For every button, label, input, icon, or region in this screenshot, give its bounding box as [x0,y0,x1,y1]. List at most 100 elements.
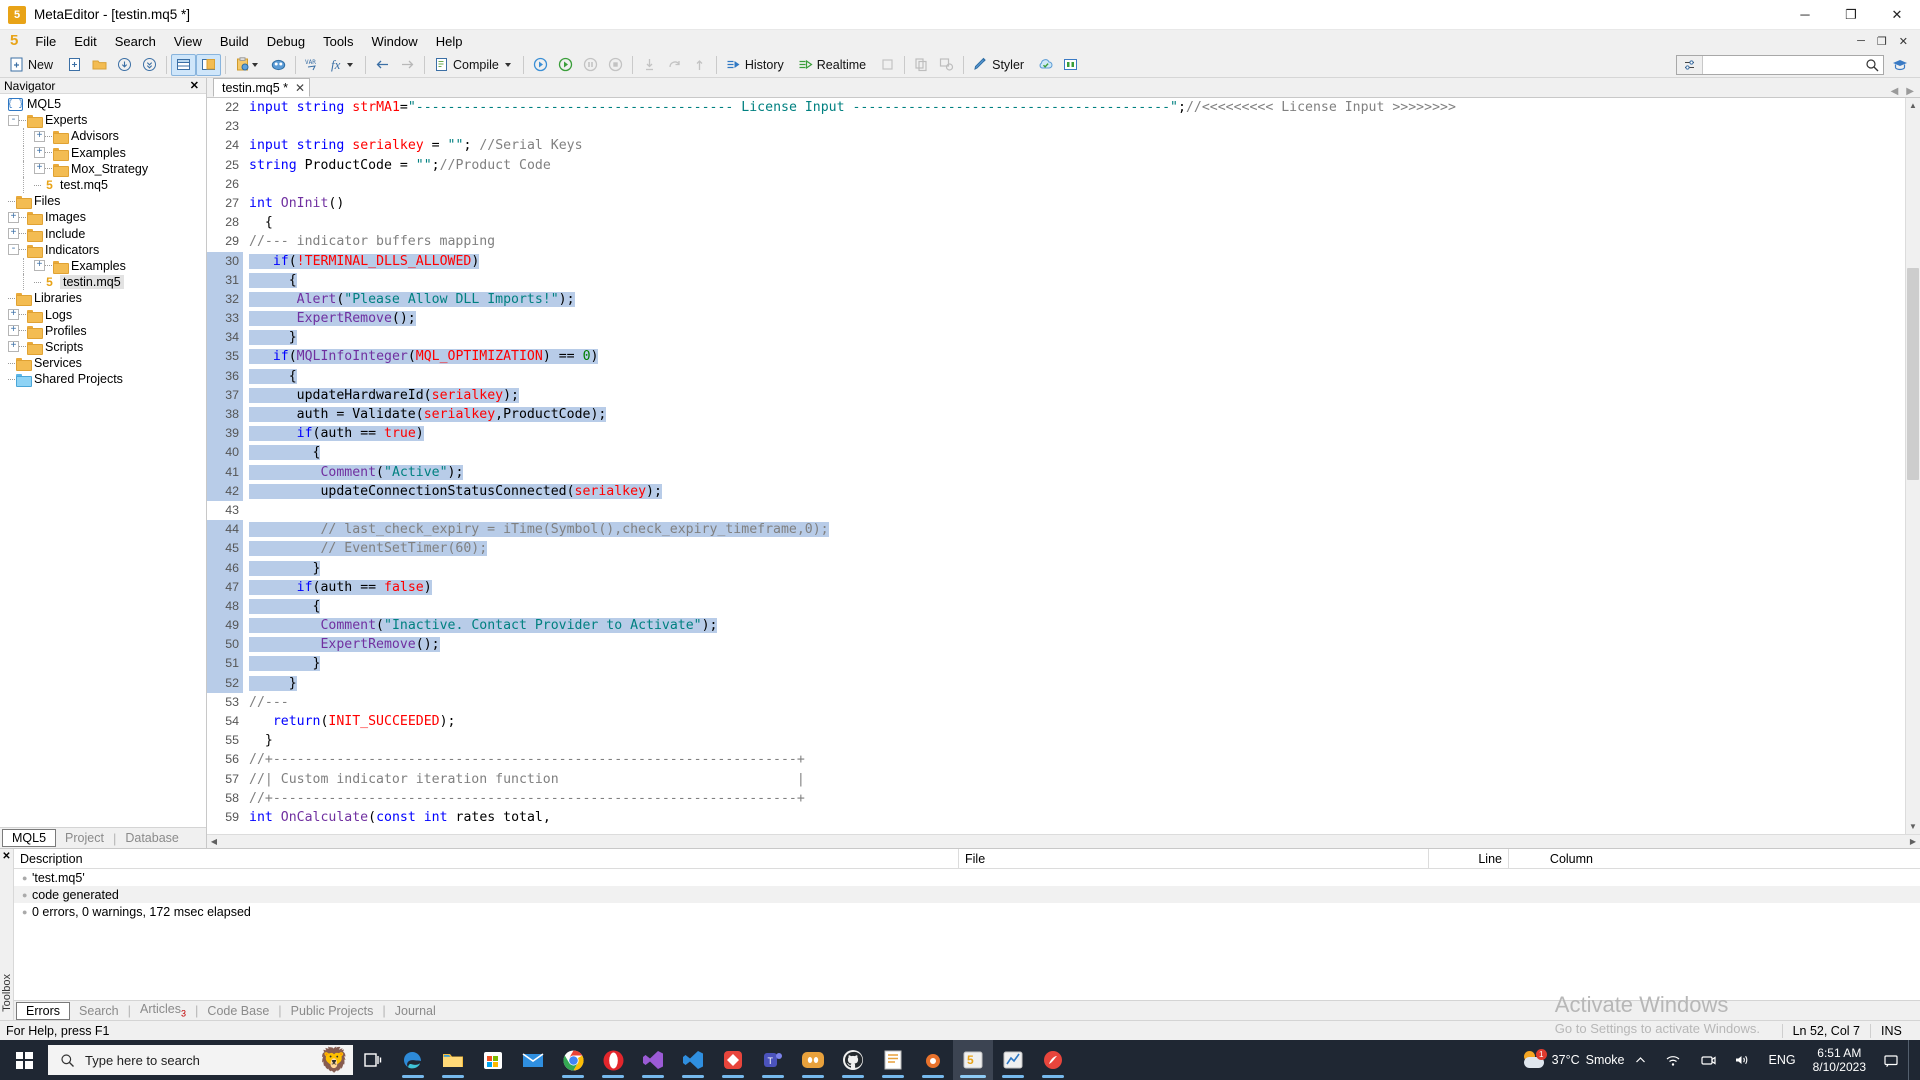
nav-item-mox-strategy[interactable]: +Mox_Strategy [0,161,206,177]
realtime-button[interactable]: Realtime [793,54,875,76]
code-line[interactable]: 47 if(auth == false) [207,578,1905,597]
variables-button[interactable]: VAR [300,54,325,76]
tree-expander-icon[interactable]: + [8,309,19,320]
code-line[interactable]: 39 if(auth == true) [207,424,1905,443]
code-line[interactable]: 27int OnInit() [207,194,1905,213]
nav-item-include[interactable]: +Include [0,226,206,242]
code-line[interactable]: 44 // last_check_expiry = iTime(Symbol()… [207,520,1905,539]
doc-close-button[interactable]: ✕ [1893,35,1914,48]
tab-search[interactable]: Search [70,1003,128,1019]
nav-tab-database[interactable]: Database [116,830,188,846]
tab-scroll-left-icon[interactable]: ◀ [1891,86,1899,97]
blender-icon[interactable] [913,1040,953,1080]
nav-item-scripts[interactable]: +Scripts [0,339,206,355]
ea-button[interactable] [934,54,959,76]
code-line[interactable]: 25string ProductCode = "";//Product Code [207,156,1905,175]
menu-tools[interactable]: Tools [314,32,362,51]
code-line[interactable]: 55 } [207,731,1905,750]
styler-button[interactable]: Styler [968,54,1033,76]
tab-scroll-right-icon[interactable]: ▶ [1906,86,1914,97]
column-line[interactable]: Line [1429,849,1509,869]
navigator-tree[interactable]: { }MQL5-Experts+Advisors+Examples+Mox_St… [0,94,206,827]
task-view-icon[interactable] [353,1040,393,1080]
find-in-files-button[interactable] [266,54,291,76]
code-line[interactable]: 48 { [207,597,1905,616]
scroll-left-arrow-icon[interactable]: ◀ [207,837,221,846]
code-line[interactable]: 34 } [207,328,1905,347]
speaker-icon[interactable] [1725,1053,1760,1067]
menu-help[interactable]: Help [427,32,472,51]
edge-icon[interactable] [393,1040,433,1080]
doc-minimize-button[interactable]: ─ [1851,35,1871,48]
doc-restore-button[interactable]: ❐ [1871,35,1893,48]
vertical-scroll-track[interactable] [1906,113,1920,819]
stop-button[interactable] [603,54,628,76]
code-line[interactable]: 28 { [207,213,1905,232]
profile-button[interactable] [875,54,900,76]
cloud-button[interactable] [1033,54,1058,76]
krita-icon[interactable] [1033,1040,1073,1080]
tab-articles[interactable]: Articles3 [131,1001,195,1020]
nav-item-services[interactable]: Services [0,355,206,371]
maximize-button[interactable]: ❐ [1828,0,1874,30]
code-line[interactable]: 45 // EventSetTimer(60); [207,539,1905,558]
tree-expander-icon[interactable]: + [34,260,45,271]
nav-tab-project[interactable]: Project [56,830,113,846]
save-button[interactable] [112,54,137,76]
start-button[interactable] [553,54,578,76]
compile-button[interactable]: Compile [429,54,519,76]
close-button[interactable]: ✕ [1874,0,1920,30]
menu-debug[interactable]: Debug [258,32,314,51]
column-file[interactable]: File [959,849,1429,869]
tab-public-projects[interactable]: Public Projects [282,1003,383,1019]
notification-icon[interactable] [1874,1053,1908,1068]
code-line[interactable]: 23 [207,117,1905,136]
tree-expander-icon[interactable]: + [34,163,45,174]
code-line[interactable]: 37 updateHardwareId(serialkey); [207,386,1905,405]
search-input[interactable] [1703,56,1861,74]
start-button[interactable] [0,1040,48,1080]
pause-button[interactable] [578,54,603,76]
nav-item-mql5[interactable]: { }MQL5 [0,96,206,112]
tree-expander-icon[interactable]: + [34,147,45,158]
nav-item-indicators[interactable]: -Indicators [0,242,206,258]
minimize-button[interactable]: ─ [1782,0,1828,30]
chrome-icon[interactable] [553,1040,593,1080]
step-over-button[interactable] [662,54,687,76]
editor-vertical-scrollbar[interactable]: ▲ ▼ [1905,98,1920,834]
tree-expander-icon[interactable]: - [8,115,19,126]
nav-item-files[interactable]: Files [0,193,206,209]
nav-item-advisors[interactable]: +Advisors [0,128,206,144]
code-line[interactable]: 36 { [207,367,1905,386]
debug-button[interactable] [528,54,553,76]
code-line[interactable]: 33 ExpertRemove(); [207,309,1905,328]
code-line[interactable]: 40 { [207,443,1905,462]
toolbox-row[interactable]: ●0 errors, 0 warnings, 172 msec elapsed [14,903,1920,920]
editor-tab-close-icon[interactable]: ✕ [295,81,305,95]
navigator-close-icon[interactable]: ✕ [187,79,202,92]
nav-item-test-mq5[interactable]: 5test.mq5 [0,177,206,193]
github-icon[interactable] [833,1040,873,1080]
nav-item-examples[interactable]: +Examples [0,145,206,161]
nav-item-logs[interactable]: +Logs [0,306,206,322]
menu-build[interactable]: Build [211,32,258,51]
visual-studio-icon[interactable] [633,1040,673,1080]
copy-button[interactable] [909,54,934,76]
taskbar-search[interactable]: Type here to search 🦁 [48,1045,353,1075]
search-options-button[interactable] [1677,56,1703,74]
nav-tab-mql5[interactable]: MQL5 [2,829,56,847]
camera-icon[interactable] [1691,1053,1725,1067]
nav-item-libraries[interactable]: Libraries [0,290,206,306]
language-indicator[interactable]: ENG [1760,1053,1805,1067]
toolbox-row[interactable]: ●code generated [14,886,1920,903]
tree-expander-icon[interactable]: + [8,325,19,336]
teams-icon[interactable]: T [753,1040,793,1080]
search-box[interactable] [1676,55,1884,75]
code-editor[interactable]: 22input string strMA1="-----------------… [207,98,1920,834]
new-file-button[interactable]: New [4,54,62,76]
functions-dropdown-caret[interactable] [347,63,353,67]
nav-item-shared-projects[interactable]: Shared Projects [0,371,206,387]
navigate-forward-button[interactable] [395,54,420,76]
code-line[interactable]: 42 updateConnectionStatusConnected(seria… [207,482,1905,501]
code-line[interactable]: 24input string serialkey = ""; //Serial … [207,136,1905,155]
